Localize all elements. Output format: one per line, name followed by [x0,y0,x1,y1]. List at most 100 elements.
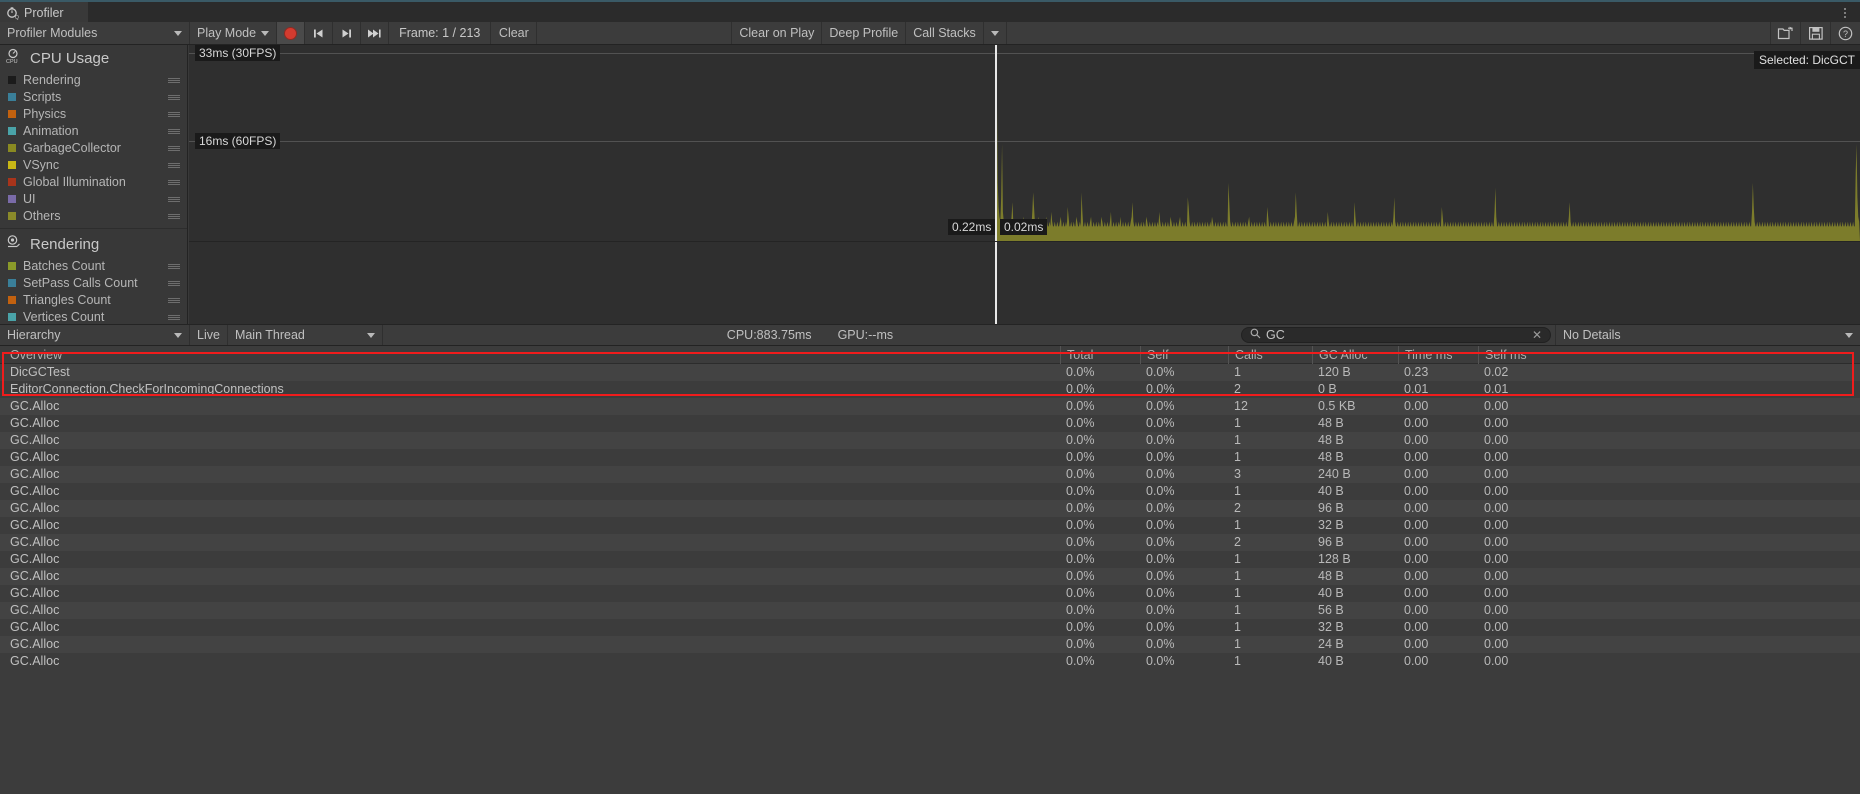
drag-handle-icon[interactable] [168,95,180,100]
next-frame-button[interactable] [333,22,362,44]
first-frame-button[interactable] [305,22,334,44]
cell-name: GC.Alloc [10,484,60,498]
sidebar-item-batches-count[interactable]: Batches Count [0,257,187,274]
sidebar-item-animation[interactable]: Animation [0,122,187,139]
sidebar-item-physics[interactable]: Physics [0,105,187,122]
thread-dropdown[interactable]: Main Thread [228,325,383,345]
save-profile-button[interactable] [1800,22,1830,44]
cell-self: 0.0% [1146,535,1175,549]
table-row[interactable]: GC.Alloc 0.0% 0.0% 12 0.5 KB 0.00 0.00 [0,398,1860,415]
table-row[interactable]: GC.Alloc 0.0% 0.0% 1 32 B 0.00 0.00 [0,517,1860,534]
table-row[interactable]: GC.Alloc 0.0% 0.0% 1 128 B 0.00 0.00 [0,551,1860,568]
record-button[interactable] [277,22,306,44]
cell-calls: 1 [1234,603,1241,617]
table-row[interactable]: GC.Alloc 0.0% 0.0% 3 240 B 0.00 0.00 [0,466,1860,483]
drag-handle-icon[interactable] [168,146,180,151]
drag-handle-icon[interactable] [168,315,180,320]
module-header-rendering[interactable]: Rendering [0,231,187,257]
table-row[interactable]: GC.Alloc 0.0% 0.0% 1 24 B 0.00 0.00 [0,636,1860,653]
table-row[interactable]: GC.Alloc 0.0% 0.0% 1 32 B 0.00 0.00 [0,619,1860,636]
column-header-calls[interactable]: Calls [1228,346,1312,364]
cell-calls: 2 [1234,382,1241,396]
cell-total: 0.0% [1066,603,1095,617]
column-header-self[interactable]: Self [1140,346,1228,364]
sidebar-item-setpass-calls-count[interactable]: SetPass Calls Count [0,274,187,291]
sidebar-item-triangles-count[interactable]: Triangles Count [0,291,187,308]
color-swatch-icon [8,75,16,84]
cell-gc: 24 B [1318,637,1344,651]
deep-profile-toggle[interactable]: Deep Profile [822,22,907,44]
call-stacks-toggle[interactable]: Call Stacks [906,22,984,44]
profiler-modules-dropdown[interactable]: Profiler Modules [0,22,190,44]
frame-playhead[interactable] [995,45,997,241]
cell-name: GC.Alloc [10,433,60,447]
sidebar-item-vsync[interactable]: VSync [0,156,187,173]
drag-handle-icon[interactable] [168,298,180,303]
sidebar-item-scripts[interactable]: Scripts [0,88,187,105]
cell-gc: 0.5 KB [1318,399,1356,413]
hierarchy-table[interactable]: Overview Total Self Calls GC Alloc Time ms Sel… [0,346,1860,794]
table-row[interactable]: GC.Alloc 0.0% 0.0% 1 48 B 0.00 0.00 [0,432,1860,449]
drag-handle-icon[interactable] [168,129,180,134]
sidebar-item-global-illumination[interactable]: Global Illumination [0,173,187,190]
drag-handle-icon[interactable] [168,163,180,168]
drag-handle-icon[interactable] [168,281,180,286]
kebab-menu-icon[interactable] [1838,5,1852,21]
table-row[interactable]: EditorConnection.CheckForIncomingConnect… [0,381,1860,398]
clear-on-play-toggle[interactable]: Clear on Play [732,22,823,44]
table-row[interactable]: GC.Alloc 0.0% 0.0% 1 40 B 0.00 0.00 [0,585,1860,602]
load-profile-button[interactable] [1770,22,1800,44]
cell-name: DicGCTest [10,365,70,379]
table-header-row: Overview Total Self Calls GC Alloc Time ms Sel… [0,346,1860,364]
drag-handle-icon[interactable] [168,112,180,117]
module-sidebar: CPU CPU Usage Rendering Scripts Physics Ani… [0,45,188,324]
sidebar-item-others[interactable]: Others [0,207,187,224]
cell-self: 0.0% [1146,603,1175,617]
details-view-dropdown[interactable]: No Details [1555,325,1860,345]
drag-handle-icon[interactable] [168,197,180,202]
table-row[interactable]: GC.Alloc 0.0% 0.0% 1 48 B 0.00 0.00 [0,415,1860,432]
column-header-gc-alloc[interactable]: GC Alloc [1312,346,1398,364]
last-frame-button[interactable] [361,22,390,44]
drag-handle-icon[interactable] [168,180,180,185]
tab-label: Profiler [24,6,64,20]
sidebar-item-ui[interactable]: UI [0,190,187,207]
table-row[interactable]: GC.Alloc 0.0% 0.0% 2 96 B 0.00 0.00 [0,500,1860,517]
rendering-chart[interactable] [189,241,1860,324]
column-header-time-ms[interactable]: Time ms [1398,346,1478,364]
table-row[interactable]: GC.Alloc 0.0% 0.0% 1 40 B 0.00 0.00 [0,653,1860,670]
color-swatch-icon [8,278,16,287]
clear-button[interactable]: Clear [491,22,538,44]
table-row[interactable]: GC.Alloc 0.0% 0.0% 1 48 B 0.00 0.00 [0,449,1860,466]
table-row[interactable]: GC.Alloc 0.0% 0.0% 1 56 B 0.00 0.00 [0,602,1860,619]
table-row[interactable]: GC.Alloc 0.0% 0.0% 2 96 B 0.00 0.00 [0,534,1860,551]
cell-calls: 1 [1234,637,1241,651]
sidebar-item-rendering[interactable]: Rendering [0,71,187,88]
table-row[interactable]: GC.Alloc 0.0% 0.0% 1 48 B 0.00 0.00 [0,568,1860,585]
tab-profiler[interactable]: Q Profiler [0,2,88,24]
live-toggle[interactable]: Live [190,325,228,345]
view-mode-dropdown[interactable]: Hierarchy [0,325,190,345]
call-stacks-dropdown[interactable] [984,22,1007,44]
window-tabbar: Q Profiler [0,0,1860,24]
color-swatch-icon [8,177,16,186]
module-header-cpu[interactable]: CPU CPU Usage [0,45,187,71]
sidebar-item-garbagecollector[interactable]: GarbageCollector [0,139,187,156]
cell-name: GC.Alloc [10,552,60,566]
search-field[interactable]: GC ✕ [1241,327,1551,343]
table-body: DicGCTest 0.0% 0.0% 1 120 B 0.23 0.02 EditorCon… [0,364,1860,670]
column-header-self-ms[interactable]: Self ms [1478,346,1568,364]
table-row[interactable]: GC.Alloc 0.0% 0.0% 1 40 B 0.00 0.00 [0,483,1860,500]
help-button[interactable]: ? [1830,22,1860,44]
drag-handle-icon[interactable] [168,78,180,83]
table-row[interactable]: DicGCTest 0.0% 0.0% 1 120 B 0.23 0.02 [0,364,1860,381]
drag-handle-icon[interactable] [168,264,180,269]
drag-handle-icon[interactable] [168,214,180,219]
cpu-usage-chart[interactable]: 33ms (30FPS) 16ms (60FPS) Selected: DicG… [189,45,1860,241]
sidebar-item-vertices-count[interactable]: Vertices Count [0,308,187,324]
column-header-total[interactable]: Total [1060,346,1140,364]
search-clear-icon[interactable]: ✕ [1532,328,1542,342]
play-mode-dropdown[interactable]: Play Mode [190,22,278,44]
frame-playhead-rendering[interactable] [995,242,997,324]
column-header-overview[interactable]: Overview [4,346,1054,364]
